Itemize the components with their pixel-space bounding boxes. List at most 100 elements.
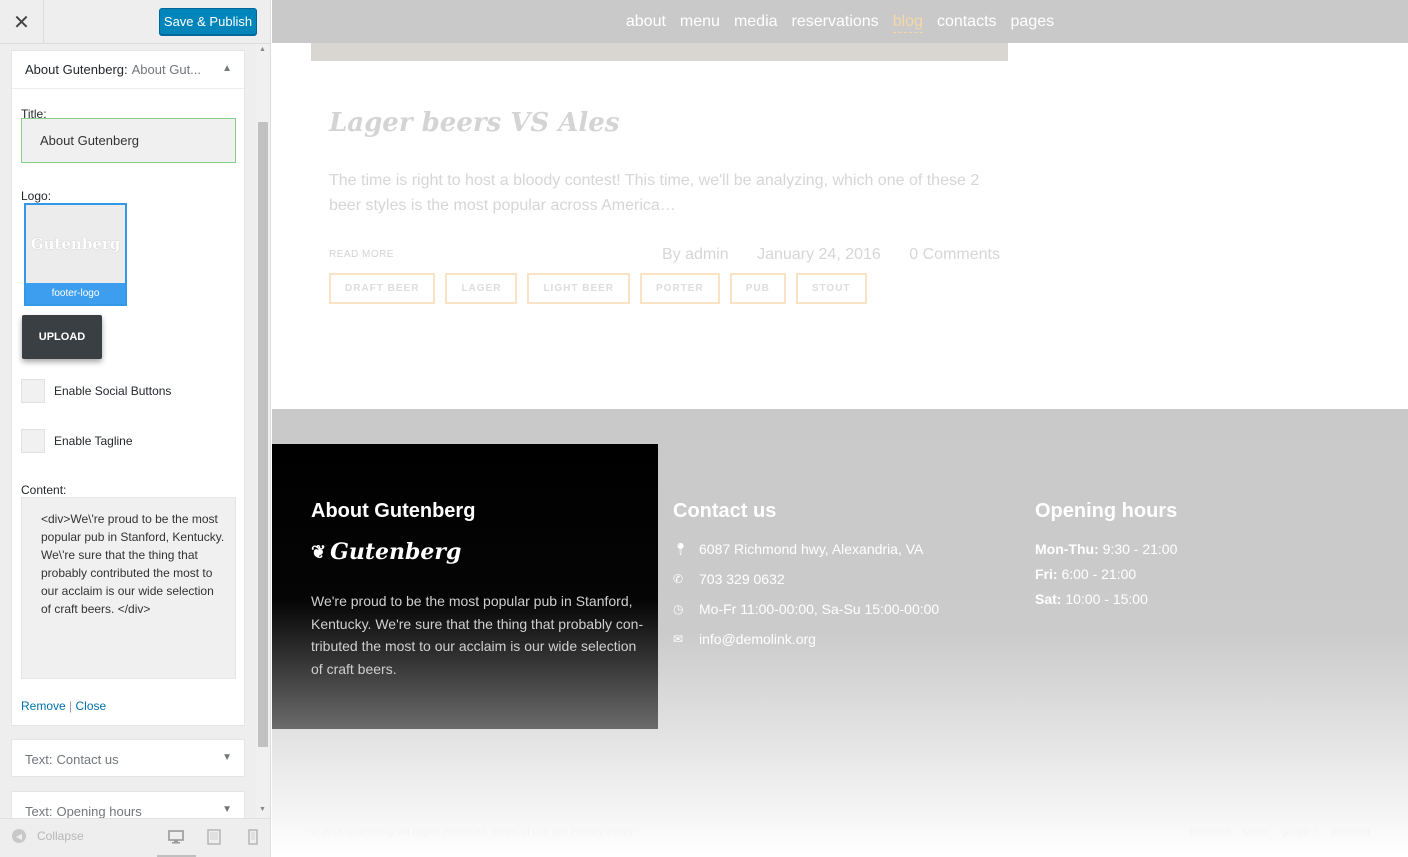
hours-title: Opening hours <box>1035 500 1178 522</box>
post-tags: DRAFT BEER LAGER LIGHT BEER PORTER PUB S… <box>329 273 877 304</box>
footer-logo[interactable]: ❦ Gutenberg <box>311 539 461 565</box>
main-navigation: about menu media reservations blog conta… <box>272 0 1408 43</box>
widget-name-label: Opening hours <box>56 803 142 819</box>
envelope-icon: ✉ <box>673 632 684 646</box>
widget-type-label: Text: <box>25 803 53 819</box>
phone-icon: ✆ <box>673 572 684 586</box>
close-link[interactable]: Close <box>76 699 107 713</box>
site-preview: about menu media reservations blog conta… <box>272 0 1408 857</box>
logo-thumbnail[interactable]: Gutenberg footer-logo <box>24 203 127 306</box>
social-buttons-option: Enable Social Buttons <box>21 379 171 403</box>
social-buttons-label: Enable Social Buttons <box>54 384 172 398</box>
widget-panel: About Gutenberg: About Gut... ▲ Title: A… <box>0 44 256 818</box>
widget-header-about[interactable]: About Gutenberg: About Gut... ▲ <box>12 51 244 89</box>
logo-caption: footer-logo <box>26 283 125 304</box>
separator: | <box>69 699 73 713</box>
hours-time: 10:00 - 15:00 <box>1065 591 1148 607</box>
contact-address: 📍︎ 6087 Richmond hwy, Alexandria, VA <box>673 541 923 557</box>
hours-row: Fri: 6:00 - 21:00 <box>1035 566 1136 582</box>
tag-draft-beer[interactable]: DRAFT BEER <box>329 273 436 304</box>
post-excerpt: The time is right to host a bloody conte… <box>329 172 980 214</box>
clock-icon: ◷ <box>673 602 684 616</box>
logo-preview-image: Gutenberg <box>26 205 125 283</box>
tag-porter[interactable]: PORTER <box>640 273 720 304</box>
footer-logo-text: Gutenberg <box>330 539 462 565</box>
about-text: We're proud to be the most popular pub i… <box>311 593 644 677</box>
widget-header-opening[interactable]: Text: Opening hours ▼ <box>12 792 244 819</box>
widget-type-label: Text: <box>25 751 53 767</box>
widget-header-contact[interactable]: Text: Contact us ▼ <box>12 740 244 778</box>
widget-opening-hours[interactable]: Text: Opening hours ▼ <box>11 791 245 818</box>
hours-row: Sat: 10:00 - 15:00 <box>1035 591 1148 607</box>
hours-row: Mon-Thu: 9:30 - 21:00 <box>1035 541 1177 557</box>
collapse-button[interactable]: ◀ Collapse <box>12 829 84 843</box>
hours-day: Fri: <box>1035 566 1058 582</box>
post-title[interactable]: Lager beers VS Ales <box>329 108 619 138</box>
tablet-preview-icon[interactable] <box>206 829 222 845</box>
hours-time: 9:30 - 21:00 <box>1102 541 1178 557</box>
scroll-up-icon[interactable]: ▲ <box>259 46 266 53</box>
desktop-preview-icon[interactable] <box>168 829 184 845</box>
hours-day: Mon-Thu: <box>1035 541 1099 557</box>
save-publish-button[interactable]: Save & Publish <box>159 8 257 35</box>
close-icon[interactable]: ✕ <box>0 0 44 44</box>
facebook-link[interactable]: facebook <box>1190 827 1231 838</box>
nav-pages[interactable]: pages <box>1011 13 1055 31</box>
content-textarea[interactable]: <div>We\'re proud to be the most popular… <box>21 497 236 679</box>
collapse-label: Collapse <box>37 829 84 843</box>
nav-reservations[interactable]: reservations <box>792 13 879 31</box>
contact-phone: ✆ 703 329 0632 <box>673 571 785 587</box>
scroll-down-icon[interactable]: ▼ <box>259 806 266 813</box>
tag-pub[interactable]: PUB <box>729 273 786 304</box>
contact-hours: ◷ Mo-Fr 11:00-00:00, Sa-Su 15:00-00:00 <box>673 601 939 617</box>
address-text: 6087 Richmond hwy, Alexandria, VA <box>699 541 924 557</box>
nav-blog[interactable]: blog <box>892 13 924 33</box>
about-widget: About Gutenberg ❦ Gutenberg We're proud … <box>272 444 658 729</box>
sidebar-scrollbar[interactable]: ▲ ▼ <box>256 44 270 818</box>
hops-icon: ❦ <box>311 541 327 563</box>
read-more-link[interactable]: READ MORE <box>329 249 394 260</box>
tagline-checkbox[interactable] <box>21 429 45 453</box>
arrow-down-icon[interactable]: ▼ <box>222 752 232 763</box>
arrow-down-icon[interactable]: ▼ <box>222 804 232 815</box>
tagline-label: Enable Tagline <box>54 434 133 448</box>
nav-contacts[interactable]: contacts <box>937 13 997 31</box>
content-label: Content: <box>21 483 67 497</box>
customizer-sidebar: ✕ Save & Publish About Gutenberg: About … <box>0 0 271 857</box>
mobile-preview-icon[interactable] <box>245 829 261 845</box>
customizer-footer: ◀ Collapse <box>0 818 270 857</box>
tag-stout[interactable]: STOUT <box>795 273 867 304</box>
tag-light-beer[interactable]: LIGHT BEER <box>527 273 631 304</box>
contact-title: Contact us <box>673 500 777 522</box>
map-pin-icon: 📍︎ <box>673 542 689 556</box>
widget-actions: Remove | Close <box>21 699 106 713</box>
about-title: About Gutenberg <box>311 500 476 522</box>
widget-contact-us[interactable]: Text: Contact us ▼ <box>11 739 245 777</box>
twitter-link[interactable]: twitter <box>1243 827 1270 838</box>
phone-text[interactable]: 703 329 0632 <box>699 571 785 587</box>
post-author[interactable]: By admin <box>662 246 729 263</box>
remove-link[interactable]: Remove <box>21 699 66 713</box>
social-buttons-checkbox[interactable] <box>21 379 45 403</box>
nav-media[interactable]: media <box>734 13 778 31</box>
arrow-up-icon[interactable]: ▲ <box>222 63 232 74</box>
email-link[interactable]: info@demolink.org <box>699 631 816 647</box>
widget-name-label: About Gut... <box>131 62 202 77</box>
copyright: © 2016 Gutenberg. All Rights Reserved. T… <box>311 827 634 838</box>
site-footer: About Gutenberg ❦ Gutenberg We're proud … <box>272 409 1408 857</box>
widget-about-gutenberg: About Gutenberg: About Gut... ▲ Title: A… <box>11 50 245 726</box>
google-plus-link[interactable]: google + <box>1281 827 1320 838</box>
post-date: January 24, 2016 <box>757 246 881 263</box>
upload-button[interactable]: UPLOAD <box>22 315 102 359</box>
hours-day: Sat: <box>1035 591 1062 607</box>
nav-about[interactable]: about <box>626 13 666 31</box>
hours-text: Mo-Fr 11:00-00:00, Sa-Su 15:00-00:00 <box>699 601 940 617</box>
pinterest-link[interactable]: pinterest <box>1332 827 1370 838</box>
post-meta: By admin January 24, 2016 0 Comments <box>662 246 1024 264</box>
title-input[interactable]: About Gutenberg <box>21 118 236 163</box>
post-comments[interactable]: 0 Comments <box>909 246 1000 263</box>
scrollbar-thumb[interactable] <box>258 122 268 747</box>
nav-menu[interactable]: menu <box>680 13 720 31</box>
tag-lager[interactable]: LAGER <box>445 273 518 304</box>
widget-type-label: About Gutenberg: <box>25 62 128 77</box>
